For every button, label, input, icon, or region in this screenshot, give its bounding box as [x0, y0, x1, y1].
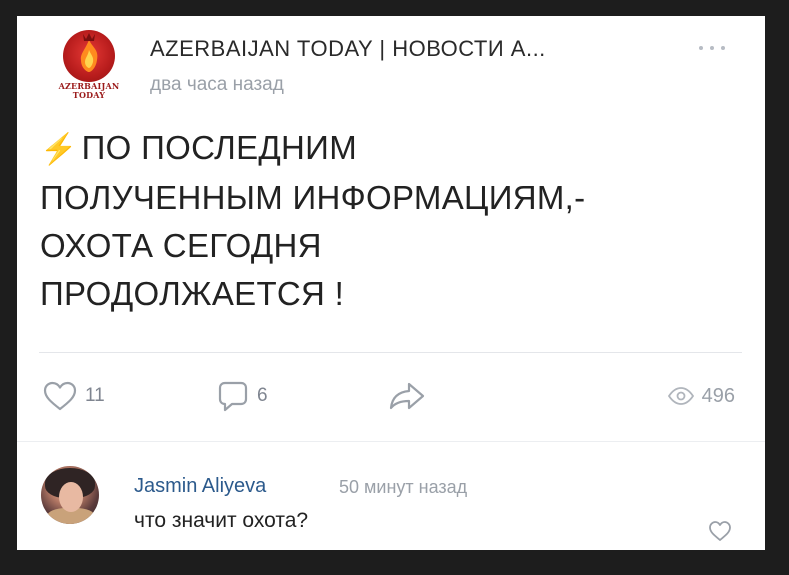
comment-timestamp: 50 минут назад [339, 477, 468, 497]
post-line-2: ПОЛУЧЕННЫМ ИНФОРМАЦИЯМ,- [40, 179, 586, 216]
views-counter: 496 [667, 376, 735, 416]
post-timestamp[interactable]: два часа назад [150, 74, 284, 96]
share-button[interactable] [389, 376, 425, 416]
post-text: ⚡ ПО ПОСЛЕДНИМ ПОЛУЧЕННЫМ ИНФОРМАЦИЯМ,- О… [40, 124, 740, 318]
comment-item: Jasmin Aliyeva 50 минут назад что значит… [17, 442, 765, 550]
post-actions: 11 6 496 [17, 376, 765, 420]
lightning-icon: ⚡ [40, 133, 78, 166]
views-count: 496 [701, 384, 735, 407]
community-name[interactable]: AZERBAIJAN TODAY | НОВОСТИ А... [150, 36, 546, 62]
like-count: 11 [85, 385, 105, 406]
eye-icon [667, 387, 694, 405]
pomegranate-flame-icon [63, 30, 115, 82]
logo-line-2: TODAY [72, 90, 106, 100]
community-avatar[interactable]: AZERBAIJAN TODAY [49, 30, 129, 110]
comment-button[interactable]: 6 [217, 376, 268, 416]
post-line-3: ОХОТА СЕГОДНЯ [40, 227, 322, 264]
commenter-avatar[interactable] [41, 466, 99, 524]
community-logo-text: AZERBAIJAN TODAY [49, 82, 129, 100]
like-button[interactable]: 11 [43, 376, 105, 416]
comment-bubble-icon [218, 381, 248, 412]
post-line-1-text: ПО ПОСЛЕДНИМ [81, 129, 357, 166]
commenter-name[interactable]: Jasmin Aliyeva [134, 475, 266, 498]
comment-text: что значит охота? [134, 509, 309, 532]
heart-icon [43, 381, 77, 411]
share-arrow-icon [389, 382, 425, 410]
heart-icon[interactable] [708, 520, 732, 542]
comment-count: 6 [257, 385, 268, 406]
post-card: AZERBAIJAN TODAY AZERBAIJAN TODAY | НОВО… [17, 16, 765, 550]
post-header: AZERBAIJAN TODAY AZERBAIJAN TODAY | НОВО… [17, 16, 765, 116]
divider [39, 352, 742, 353]
post-line-4: ПРОДОЛЖАЕТСЯ ! [40, 275, 345, 312]
more-dots-icon[interactable] [697, 38, 727, 58]
post-line-1: ⚡ ПО ПОСЛЕДНИМ [40, 124, 740, 174]
